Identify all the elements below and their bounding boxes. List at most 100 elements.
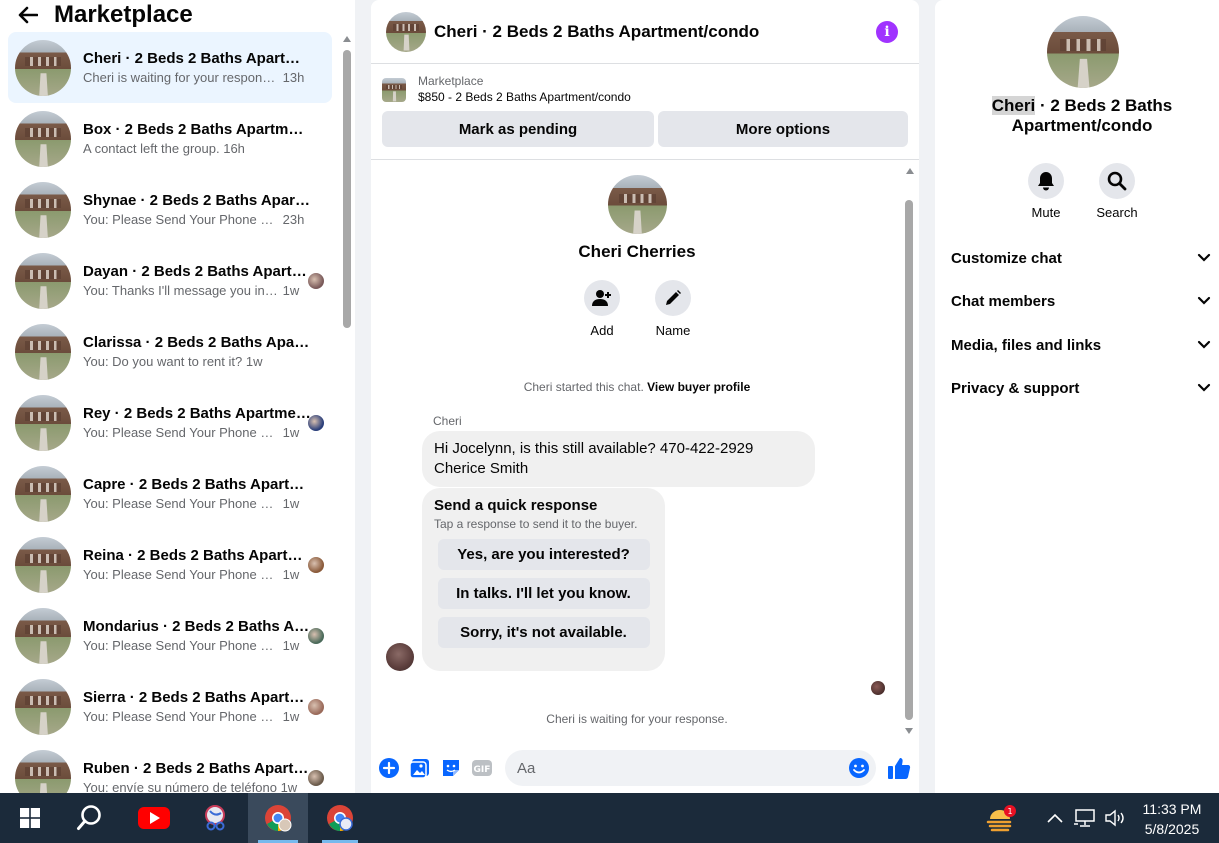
conversation-time: 16h xyxy=(223,141,245,156)
message-composer: GIF xyxy=(371,746,919,790)
media-files-links-section[interactable]: Media, files and links xyxy=(943,325,1219,365)
system-clock[interactable]: 11:33 PM 5/8/2025 xyxy=(1132,799,1212,839)
add-person-action: Add xyxy=(572,280,632,338)
more-options-button[interactable]: More options xyxy=(658,111,908,147)
quick-response-card: Send a quick response Tap a response to … xyxy=(422,488,665,671)
scrollbar-thumb[interactable] xyxy=(343,50,351,328)
listing-thumbnail[interactable] xyxy=(382,77,406,102)
search-icon[interactable] xyxy=(68,793,112,843)
conversation-snippet: A contact left the group. xyxy=(83,141,220,156)
listing-text: Marketplace $850 - 2 Beds 2 Baths Apartm… xyxy=(418,74,631,105)
conversation-item[interactable]: Reina · 2 Beds 2 Baths Apartment/condo Yo… xyxy=(8,529,332,600)
conversation-title: Clarissa · 2 Beds 2 Baths Apartment/cond… xyxy=(83,334,311,351)
message-input[interactable] xyxy=(505,759,835,777)
scrollbar-thumb[interactable] xyxy=(905,200,913,720)
conversation-time: 1w xyxy=(282,709,300,724)
scroll-up-arrow-icon[interactable] xyxy=(906,168,914,174)
quick-reply-in-talks-button[interactable]: In talks. I'll let you know. xyxy=(437,578,650,609)
conversation-snippet: You: Please Send Your Phone Number xyxy=(83,425,279,440)
conversation-item[interactable]: Sierra · 2 Beds 2 Baths Apartment/condo Y… xyxy=(8,671,332,742)
conversation-snippet-line: You: Please Send Your Phone Number 1w xyxy=(83,637,311,654)
conversation-text: Sierra · 2 Beds 2 Baths Apartment/condo Y… xyxy=(83,688,311,725)
conversation-item[interactable]: Dayan · 2 Beds 2 Baths Apartment/condo Yo… xyxy=(8,245,332,316)
name-highlight: Cheri xyxy=(991,96,1036,115)
sticker-icon[interactable] xyxy=(439,756,463,780)
conversation-item[interactable]: Ruben · 2 Beds 2 Baths Apartment/condo Yo… xyxy=(8,742,332,793)
quick-response-title: Send a quick response xyxy=(434,497,598,514)
conversation-item[interactable]: Capre · 2 Beds 2 Baths Apartment/condo Yo… xyxy=(8,458,332,529)
chat-panel: Cheri · 2 Beds 2 Baths Apartment/condo i… xyxy=(371,0,919,793)
info-chat-name: Cheri · 2 Beds 2 Baths Apartment/condo xyxy=(935,96,1219,136)
section-label: Customize chat xyxy=(951,249,1062,267)
conversation-time: 1w xyxy=(282,425,300,440)
info-icon[interactable]: i xyxy=(876,20,898,43)
emoji-icon[interactable] xyxy=(848,757,870,779)
conversation-snippet: You: Please Send Your Phone Number xyxy=(83,709,279,724)
conversation-snippet: You: Please Send Your Phone Number xyxy=(83,638,279,653)
buyer-name: Cheri Cherries xyxy=(578,242,696,261)
youtube-icon[interactable] xyxy=(130,793,178,843)
pencil-icon[interactable] xyxy=(655,280,691,316)
scroll-down-arrow-icon[interactable] xyxy=(905,728,913,734)
photo-icon[interactable] xyxy=(408,756,432,780)
conversation-text: Mondarius · 2 Beds 2 Baths Apartment/con… xyxy=(83,617,311,654)
weather-icon[interactable]: 1 xyxy=(978,793,1022,843)
privacy-support-section[interactable]: Privacy & support xyxy=(943,368,1219,408)
conversation-text: Shynae · 2 Beds 2 Baths Apartment/condo Y… xyxy=(83,191,311,228)
chrome-profile-2-icon[interactable] xyxy=(312,793,368,843)
mute-action: Mute xyxy=(1016,163,1076,220)
conversation-snippet: You: Please Send Your Phone Number xyxy=(83,496,279,511)
gif-icon[interactable]: GIF xyxy=(470,756,494,780)
conversation-item[interactable]: Cheri · 2 Beds 2 Baths Apartment/condo Ch… xyxy=(8,32,332,103)
conversation-snippet-line: You: Please Send Your Phone Number 23h xyxy=(83,211,311,228)
thumbs-up-icon[interactable] xyxy=(886,755,912,781)
quick-reply-interested-button[interactable]: Yes, are you interested? xyxy=(437,539,650,570)
chat-avatar[interactable] xyxy=(386,11,426,52)
thread-scrollbar[interactable] xyxy=(903,168,915,734)
mark-as-pending-button[interactable]: Mark as pending xyxy=(382,111,654,147)
conversation-title: Rey · 2 Beds 2 Baths Apartment/condo xyxy=(83,405,311,422)
bell-icon[interactable] xyxy=(1028,163,1064,199)
info-avatar[interactable] xyxy=(1047,16,1119,88)
scroll-up-arrow-icon[interactable] xyxy=(343,36,351,42)
back-arrow-icon[interactable] xyxy=(18,1,50,29)
conversation-avatar xyxy=(15,394,71,451)
add-person-icon[interactable] xyxy=(584,280,620,316)
chevron-up-icon[interactable] xyxy=(1043,793,1067,843)
conversation-item[interactable]: Mondarius · 2 Beds 2 Baths Apartment/con… xyxy=(8,600,332,671)
sender-avatar[interactable] xyxy=(386,643,414,671)
chat-info-panel: Cheri · 2 Beds 2 Baths Apartment/condo M… xyxy=(935,0,1219,793)
windows-taskbar: 1 11:33 PM 5/8/2025 xyxy=(0,793,1219,843)
name-label: Name xyxy=(655,323,691,338)
message-thread: Cheri Cherries Add Name Cheri started th… xyxy=(371,162,919,740)
search-icon[interactable] xyxy=(1099,163,1135,199)
view-buyer-profile-link[interactable]: View buyer profile xyxy=(647,380,750,394)
network-icon[interactable] xyxy=(1072,793,1098,843)
listing-banner: Marketplace $850 - 2 Beds 2 Baths Apartm… xyxy=(371,64,919,160)
conversation-item[interactable]: Shynae · 2 Beds 2 Baths Apartment/condo Y… xyxy=(8,174,332,245)
chat-title[interactable]: Cheri · 2 Beds 2 Baths Apartment/condo xyxy=(434,22,876,42)
chat-started-notice: Cheri started this chat. View buyer prof… xyxy=(371,380,903,394)
volume-icon[interactable] xyxy=(1102,793,1128,843)
conversation-snippet-line: You: envíe su número de teléfono 1w xyxy=(83,779,311,793)
buyer-avatar[interactable] xyxy=(608,175,667,234)
listing-row[interactable]: Marketplace $850 - 2 Beds 2 Baths Apartm… xyxy=(382,74,908,105)
conversation-snippet-line: You: Do you want to rent it? 1w xyxy=(83,353,311,370)
conversation-item[interactable]: Box · 2 Beds 2 Baths Apartment/condo A co… xyxy=(8,103,332,174)
conversation-item[interactable]: Rey · 2 Beds 2 Baths Apartment/condo You:… xyxy=(8,387,332,458)
customize-chat-section[interactable]: Customize chat xyxy=(943,238,1219,278)
conversation-avatar xyxy=(15,252,71,309)
plus-circle-icon[interactable] xyxy=(377,756,401,780)
message-bubble[interactable]: Hi Jocelynn, is this still available? 47… xyxy=(422,431,815,487)
chat-members-section[interactable]: Chat members xyxy=(943,281,1219,321)
quick-reply-not-available-button[interactable]: Sorry, it's not available. xyxy=(437,617,650,648)
snipping-tool-icon[interactable] xyxy=(192,793,240,843)
section-label: Media, files and links xyxy=(951,336,1102,354)
svg-text:GIF: GIF xyxy=(474,765,491,775)
chrome-profile-1-icon[interactable] xyxy=(248,793,308,843)
windows-start-icon[interactable] xyxy=(8,793,52,843)
conversation-time: 13h xyxy=(282,70,305,85)
conversation-item[interactable]: Clarissa · 2 Beds 2 Baths Apartment/cond… xyxy=(8,316,332,387)
seen-avatar xyxy=(308,273,324,289)
conversation-list-scrollbar[interactable] xyxy=(340,36,352,793)
